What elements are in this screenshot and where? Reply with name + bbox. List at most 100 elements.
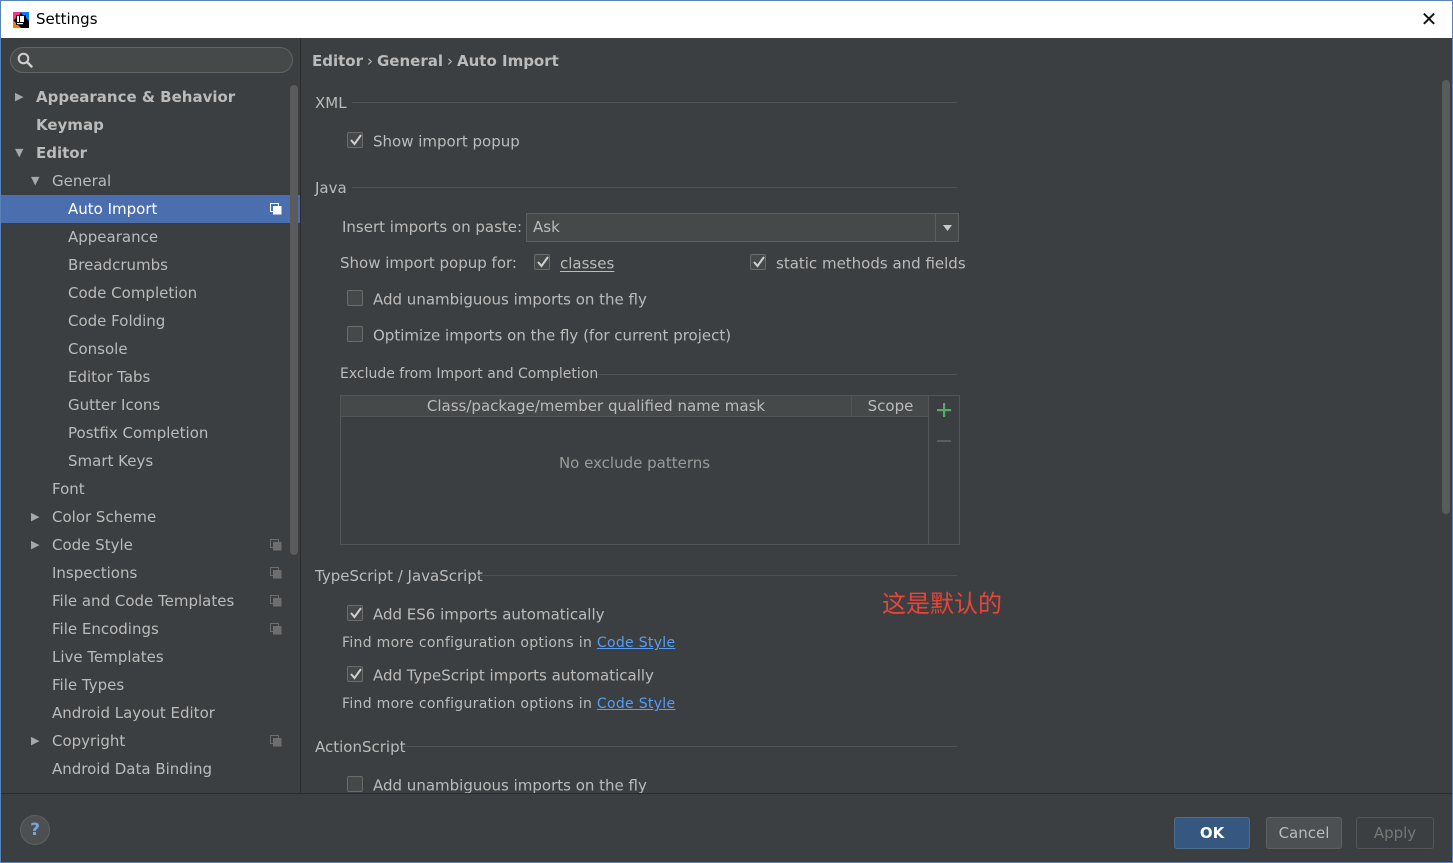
red-annotation-text: 这是默认的 <box>882 590 1002 618</box>
sidebar-item[interactable]: File Encodings <box>1 615 300 643</box>
breadcrumb-item: Editor <box>312 52 363 70</box>
exclude-table-toolbar <box>928 396 959 544</box>
collapsed-arrow-icon[interactable]: ▶ <box>31 503 43 531</box>
sidebar-item-label: Postfix Completion <box>68 424 209 442</box>
sidebar-item[interactable]: Breadcrumbs <box>1 251 300 279</box>
sidebar-item[interactable]: ▼ General <box>1 167 300 195</box>
collapsed-arrow-icon[interactable]: ▶ <box>31 531 43 559</box>
ts-es6-checkbox[interactable] <box>347 604 363 621</box>
java-classes-checkbox[interactable] <box>534 253 550 270</box>
sidebar-item[interactable]: Code Completion <box>1 279 300 307</box>
sidebar-item[interactable]: Android Layout Editor <box>1 699 300 727</box>
content-scrollbar[interactable] <box>1442 80 1450 514</box>
java-add-unambiguous-row[interactable]: Add unambiguous imports on the fly <box>347 289 647 311</box>
sidebar-item-label: Inspections <box>52 564 138 582</box>
cancel-button[interactable]: Cancel <box>1266 817 1342 849</box>
sidebar-item[interactable]: Appearance <box>1 223 300 251</box>
exclude-section-title: Exclude from Import and Completion <box>340 366 599 382</box>
config-hint-text: Find more configuration options in <box>342 635 593 651</box>
sidebar-item[interactable]: Gutter Icons <box>1 391 300 419</box>
breadcrumb-item: Auto Import <box>457 52 559 70</box>
ts-es6-label: Add ES6 imports automatically <box>373 605 605 624</box>
sidebar-item-label: Appearance & Behavior <box>36 88 236 106</box>
sidebar-item[interactable]: Keymap <box>1 111 300 139</box>
close-icon: ✕ <box>1420 7 1438 31</box>
java-optimize-imports-checkbox[interactable] <box>347 325 363 342</box>
sidebar-item[interactable]: ▶ Copyright <box>1 727 300 755</box>
settings-search-input[interactable] <box>39 51 284 69</box>
sidebar-item-label: Editor Tabs <box>68 368 151 386</box>
dropdown-arrow-button[interactable] <box>935 214 958 241</box>
xml-show-import-popup-row[interactable]: Show import popup <box>347 131 520 153</box>
sidebar-item[interactable]: Inspections <box>1 559 300 587</box>
sidebar-item[interactable]: Font <box>1 475 300 503</box>
sidebar-item[interactable]: Editor Tabs <box>1 363 300 391</box>
sidebar-item[interactable]: Code Folding <box>1 307 300 335</box>
dialog-footer: ? OK Cancel Apply <box>1 793 1452 862</box>
sidebar-item-label: Copyright <box>52 732 126 750</box>
expanded-arrow-icon[interactable]: ▼ <box>31 167 43 195</box>
column-header-mask[interactable]: Class/package/member qualified name mask <box>341 396 852 416</box>
apply-button[interactable]: Apply <box>1356 817 1434 849</box>
sidebar-item[interactable]: Auto Import <box>1 195 300 223</box>
as-add-unambiguous-row[interactable]: Add unambiguous imports on the fly <box>347 775 647 793</box>
close-window-button[interactable]: ✕ <box>1406 1 1452 38</box>
sidebar-item[interactable]: File and Code Templates <box>1 587 300 615</box>
java-classes-label: classes <box>560 254 615 273</box>
java-static-members-checkbox[interactable] <box>750 253 766 270</box>
sidebar-item-label: Editor <box>36 144 87 162</box>
project-scope-icon <box>270 595 282 607</box>
sidebar-item-label: Code Style <box>52 536 133 554</box>
collapsed-arrow-icon[interactable]: ▶ <box>15 83 27 111</box>
ts-es6-row[interactable]: Add ES6 imports automatically <box>347 604 605 626</box>
expanded-arrow-icon[interactable]: ▼ <box>15 139 27 167</box>
settings-search-box[interactable] <box>10 47 293 73</box>
ok-button[interactable]: OK <box>1174 817 1250 849</box>
breadcrumb-separator: › <box>447 52 453 70</box>
settings-tree: ▶ Appearance & Behavior Keymap ▼ Editor ▼ Gene… <box>1 83 300 783</box>
insert-imports-select[interactable]: Ask <box>526 213 959 242</box>
java-add-unambiguous-checkbox[interactable] <box>347 289 363 306</box>
collapsed-arrow-icon[interactable]: ▶ <box>31 727 43 755</box>
ts-typescript-checkbox[interactable] <box>347 665 363 682</box>
typescript-section-title: TypeScript / JavaScript <box>315 567 483 585</box>
sidebar-item[interactable]: Postfix Completion <box>1 419 300 447</box>
checkmark-icon <box>350 667 362 680</box>
xml-show-import-popup-checkbox[interactable] <box>347 131 363 148</box>
java-classes-row[interactable]: classes <box>534 253 614 275</box>
sidebar-item-label: Auto Import <box>68 200 158 218</box>
sidebar-item-label: File Encodings <box>52 620 159 638</box>
java-optimize-imports-row[interactable]: Optimize imports on the fly (for current… <box>347 325 731 347</box>
sidebar-item[interactable]: ▶ Appearance & Behavior <box>1 83 300 111</box>
sidebar-item[interactable]: ▶ Color Scheme <box>1 503 300 531</box>
code-style-link[interactable]: Code Style <box>597 635 675 651</box>
sidebar-item[interactable]: File Types <box>1 671 300 699</box>
column-header-scope[interactable]: Scope <box>853 396 928 416</box>
sidebar-scrollbar[interactable] <box>290 85 298 555</box>
sidebar-item[interactable]: Live Templates <box>1 643 300 671</box>
breadcrumb-item: General <box>377 52 443 70</box>
help-button[interactable]: ? <box>20 815 50 845</box>
sidebar-item-label: Font <box>52 480 85 498</box>
project-scope-icon <box>270 539 282 551</box>
sidebar-item[interactable]: Smart Keys <box>1 447 300 475</box>
exclude-patterns-table[interactable]: Class/package/member qualified name mask… <box>340 395 960 545</box>
config-hint: Find more configuration options in Code … <box>342 696 675 712</box>
project-scope-icon <box>270 735 282 747</box>
java-static-members-row[interactable]: static methods and fields <box>750 253 966 275</box>
sidebar-item[interactable]: Console <box>1 335 300 363</box>
java-optimize-imports-label: Optimize imports on the fly (for current… <box>373 326 732 345</box>
code-style-link[interactable]: Code Style <box>597 696 675 712</box>
insert-imports-select-value: Ask <box>533 218 560 236</box>
sidebar-item[interactable]: ▼ Editor <box>1 139 300 167</box>
sidebar-item-label: Android Layout Editor <box>52 704 215 722</box>
sidebar-item[interactable]: ▶ Code Style <box>1 531 300 559</box>
project-scope-icon <box>270 623 282 635</box>
as-add-unambiguous-checkbox[interactable] <box>347 775 363 792</box>
sidebar-item[interactable]: Android Data Binding <box>1 755 300 783</box>
project-scope-icon <box>270 567 282 579</box>
java-add-unambiguous-label: Add unambiguous imports on the fly <box>373 290 647 309</box>
remove-icon[interactable] <box>935 432 953 450</box>
ts-typescript-row[interactable]: Add TypeScript imports automatically <box>347 665 654 687</box>
add-icon[interactable] <box>935 401 953 419</box>
